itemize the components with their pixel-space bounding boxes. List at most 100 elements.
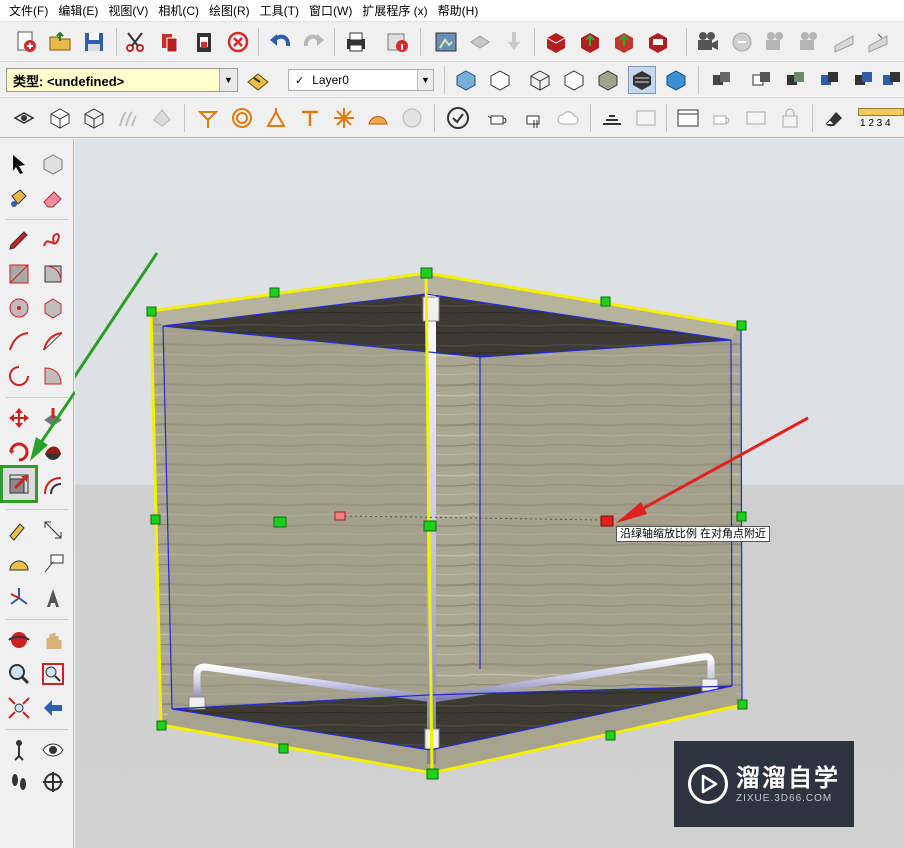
menu-extensions[interactable]: 扩展程序 (x) (357, 0, 432, 22)
add-scene-icon[interactable] (694, 28, 722, 56)
previous-view-icon[interactable] (38, 693, 68, 723)
menu-edit[interactable]: 编辑(E) (53, 0, 103, 22)
teapot-icon[interactable] (484, 104, 512, 132)
menu-view[interactable]: 视图(V) (103, 0, 153, 22)
xray-style-icon[interactable] (452, 66, 480, 94)
trim-icon[interactable] (850, 66, 878, 94)
grip-handle[interactable] (605, 730, 616, 741)
copy-icon[interactable] (156, 28, 184, 56)
layout-window-icon[interactable] (674, 104, 702, 132)
union-icon[interactable] (708, 66, 736, 94)
smoove-icon[interactable] (194, 104, 222, 132)
type-dropdown-icon[interactable]: ▼ (219, 69, 237, 91)
axes-icon[interactable] (4, 583, 34, 613)
layer-manager-icon[interactable] (244, 66, 272, 94)
animation-icon (796, 28, 824, 56)
model-info-icon[interactable] (384, 28, 412, 56)
tape-measure-icon[interactable] (4, 515, 34, 545)
orbit-icon[interactable] (4, 625, 34, 655)
grip-handle[interactable] (156, 720, 167, 731)
menu-camera[interactable]: 相机(C) (153, 0, 204, 22)
protractor-icon[interactable] (4, 549, 34, 579)
shaded-icon[interactable] (594, 66, 622, 94)
add-detail-icon[interactable] (296, 104, 324, 132)
box-model[interactable] (146, 267, 748, 780)
eraser-style-icon[interactable] (820, 104, 848, 132)
walk-footprints-icon[interactable] (4, 767, 34, 797)
outer-shell-icon[interactable] (748, 66, 776, 94)
check-icon[interactable] (444, 104, 472, 132)
menu-tools[interactable]: 工具(T) (255, 0, 304, 22)
grip-handle[interactable] (423, 520, 437, 532)
position-camera-icon[interactable] (4, 735, 34, 765)
grip-handle[interactable] (600, 296, 611, 307)
grip-handle-active[interactable] (600, 515, 614, 527)
cut-icon[interactable] (122, 28, 150, 56)
open-folder-icon[interactable] (46, 28, 74, 56)
save-icon[interactable] (80, 28, 108, 56)
zoom-extents-icon[interactable] (4, 693, 34, 723)
hidden-line-icon[interactable] (560, 66, 588, 94)
top-view-icon[interactable] (80, 104, 108, 132)
subtract-icon[interactable] (816, 66, 844, 94)
menu-help[interactable]: 帮助(H) (433, 0, 484, 22)
dimension-icon[interactable] (598, 104, 626, 132)
stamp-icon[interactable] (228, 104, 256, 132)
image-igloo-icon (632, 104, 660, 132)
standard-toolbar (0, 22, 904, 62)
zoom-icon[interactable] (4, 659, 34, 689)
intersect-icon[interactable] (782, 66, 810, 94)
menu-window[interactable]: 窗口(W) (304, 0, 357, 22)
drape-icon[interactable] (262, 104, 290, 132)
grip-handle[interactable] (736, 320, 747, 331)
grip-handle[interactable] (273, 516, 287, 528)
share-model-icon[interactable] (576, 28, 604, 56)
text-label-icon[interactable] (38, 549, 68, 579)
split-icon[interactable] (878, 66, 904, 94)
3d-warehouse-icon[interactable] (542, 28, 570, 56)
3d-text-icon[interactable] (38, 583, 68, 613)
iso-view-icon[interactable] (46, 104, 74, 132)
extension-warehouse-icon[interactable] (644, 28, 672, 56)
grip-handle-opposite[interactable] (334, 511, 346, 521)
grip-handle[interactable] (269, 287, 280, 298)
from-contours-icon[interactable] (364, 104, 392, 132)
menu-file[interactable]: 文件(F) (4, 0, 53, 22)
flip-edge-icon[interactable] (330, 104, 358, 132)
shaded-with-textures-icon[interactable] (628, 66, 656, 94)
type-field[interactable]: 类型: <undefined> ▼ (6, 68, 238, 92)
teapot-hand-icon[interactable] (520, 104, 548, 132)
menu-draw[interactable]: 绘图(R) (204, 0, 255, 22)
section-plane-tool-icon[interactable] (38, 767, 68, 797)
watermark-subtitle: ZIXUE.3D66.COM (736, 792, 833, 804)
back-edges-icon[interactable] (486, 66, 514, 94)
grip-handle[interactable] (278, 743, 289, 754)
dimensions-icon[interactable] (38, 515, 68, 545)
grip-handle[interactable] (737, 699, 748, 710)
grip-handle[interactable] (736, 511, 747, 522)
pan-hand-icon[interactable] (38, 625, 68, 655)
paste-icon[interactable] (190, 28, 218, 56)
lock-icon (776, 104, 804, 132)
parallel-projection-icon[interactable] (10, 104, 38, 132)
print-icon[interactable] (342, 28, 370, 56)
camera-scene-icon (762, 28, 790, 56)
layer-dropdown-icon[interactable]: ▼ (417, 70, 433, 90)
undo-icon[interactable] (266, 28, 294, 56)
monochrome-icon[interactable] (662, 66, 690, 94)
layer-select[interactable]: ✓ Layer0 ▼ (288, 69, 434, 91)
geolocation-icon[interactable] (432, 28, 460, 56)
grip-handle[interactable] (150, 514, 161, 525)
grip-handle[interactable] (426, 768, 439, 780)
layer-visible-check-icon: ✓ (295, 74, 305, 87)
zoom-window-icon[interactable] (38, 659, 68, 689)
erase-delete-icon[interactable] (224, 28, 252, 56)
grip-handle[interactable] (420, 267, 433, 279)
annotation-green-arrow-head (30, 391, 75, 461)
modeling-viewport[interactable]: 沿绿轴缩放比例 在对角点附近 溜溜自学 ZIXUE.3D66.COM (75, 139, 904, 848)
share-component-icon[interactable] (610, 28, 638, 56)
look-around-eye-icon[interactable] (38, 735, 68, 765)
wireframe-icon[interactable] (526, 66, 554, 94)
new-file-icon[interactable] (12, 28, 40, 56)
grip-handle[interactable] (146, 306, 157, 317)
